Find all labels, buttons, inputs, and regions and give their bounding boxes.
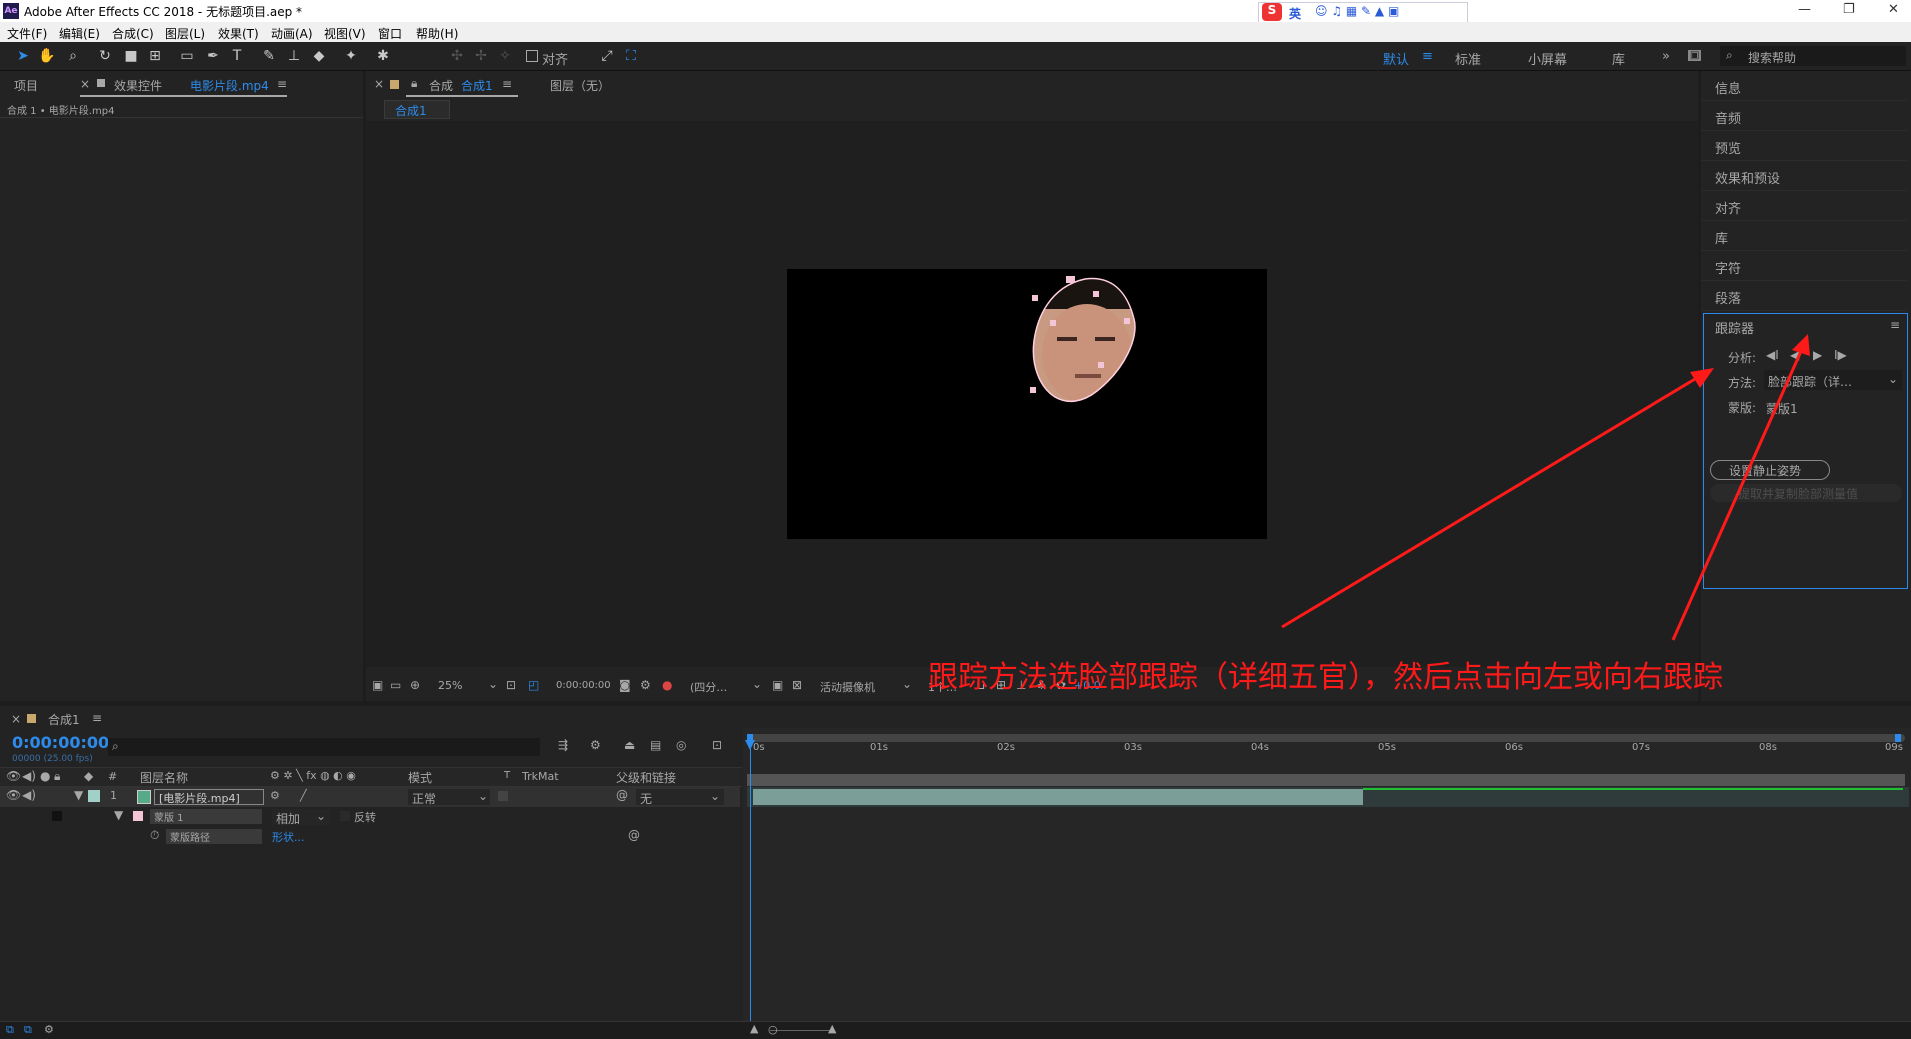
motion-blur-icon[interactable]: ◎ (676, 738, 686, 752)
ruler-02s: 02s (997, 742, 1015, 753)
mask-path-value[interactable]: 形状... (272, 829, 305, 845)
close-timeline-tab-icon[interactable]: × (11, 712, 21, 726)
parent-value: 无 (640, 792, 653, 806)
playhead-line[interactable] (750, 744, 751, 1038)
work-area-bar[interactable] (747, 734, 1905, 742)
fps-readout: 00000 (25.00 fps) (12, 754, 93, 764)
header-t: T (504, 770, 511, 781)
mask-name[interactable]: 蒙版 1 (150, 809, 262, 824)
ruler-0s: 0s (753, 742, 765, 753)
toggle-switches-icon[interactable]: ⧉ (6, 1023, 14, 1037)
ruler-08s: 08s (1759, 742, 1777, 753)
ruler-01s: 01s (870, 742, 888, 753)
comp-mini-flowchart-icon[interactable]: ⇶ (558, 738, 568, 752)
layer-index: 1 (110, 789, 117, 802)
parent-select[interactable]: 无 ⌄ (636, 789, 724, 806)
ruler-06s: 06s (1505, 742, 1523, 753)
switches-icons[interactable]: ⚙ ✲ ╲ fx ◍ ◐ ◉ (270, 769, 356, 782)
preserve-transparency-checkbox[interactable] (498, 791, 508, 801)
pick-whip-icon[interactable]: @ (616, 788, 628, 802)
ruler-03s: 03s (1124, 742, 1142, 753)
invert-label: 反转 (354, 811, 376, 824)
layer-duration-bar[interactable] (753, 789, 1363, 805)
audio-icon[interactable]: ◀) (22, 769, 36, 783)
mask-mode-select[interactable]: 相加 ⌄ (272, 809, 330, 826)
draft-3d-icon[interactable]: ⚙ (590, 738, 601, 752)
eye-icon[interactable]: 👁︎ (6, 788, 21, 802)
comp-duration-bar (747, 774, 1905, 786)
ruler-07s: 07s (1632, 742, 1650, 753)
work-area-end-handle[interactable] (1895, 734, 1901, 742)
chevron-down-icon: ⌄ (710, 789, 721, 803)
frame-blending-icon[interactable]: ▤ (650, 738, 661, 752)
solo-icon[interactable]: ● (40, 769, 50, 783)
chevron-down-icon: ⌄ (478, 789, 489, 803)
layer-name: [电影片段.mp4] (159, 792, 240, 805)
graph-editor-icon[interactable]: ⊡ (712, 738, 722, 752)
header-mode[interactable]: 模式 (408, 769, 432, 786)
eye-icon[interactable]: 👁︎ (6, 769, 21, 783)
timeline-timecode[interactable]: 0:00:00:00 (12, 733, 109, 752)
time-graph[interactable]: 0s 01s 02s 03s 04s 05s 06s 07s 08s 09s (743, 728, 1911, 1038)
lock-icon[interactable]: 🔒︎ (54, 769, 60, 784)
shy-layers-icon[interactable]: ⏏ (624, 738, 635, 752)
footage-icon (137, 790, 151, 804)
mask-lock-box[interactable] (52, 811, 62, 821)
expand-triangle-icon[interactable]: ▼ (74, 788, 83, 802)
mask-mode-value: 相加 (276, 812, 301, 826)
panel-menu-icon[interactable]: ≡ (92, 711, 102, 725)
layer-row[interactable]: 👁︎ ◀) ▼ 1 [电影片段.mp4] ⚙ ╱ 正常 ⌄ @ 无 ⌄ (0, 787, 740, 807)
pick-whip-icon[interactable]: @ (628, 828, 640, 842)
layer-name-field[interactable]: [电影片段.mp4] (154, 789, 264, 805)
mask-row[interactable]: ▼ 蒙版 1 相加 ⌄ 反转 (0, 807, 740, 827)
mask-path-name: 蒙版路径 (166, 829, 262, 844)
header-layer-name[interactable]: 图层名称 (140, 769, 188, 786)
header-parent[interactable]: 父级和链接 (616, 769, 676, 786)
audio-icon[interactable]: ◀) (22, 788, 36, 802)
timeline-panel: × 合成1 ≡ 0:00:00:00 00000 (25.00 fps) ⌕ ⇶… (0, 706, 1911, 1039)
ruler-05s: 05s (1378, 742, 1396, 753)
header-num: # (108, 770, 118, 783)
ruler-09s: 09s (1885, 742, 1903, 753)
stopwatch-icon[interactable]: ⏱ (150, 828, 159, 843)
header-trkmat[interactable]: TrkMat (522, 770, 559, 783)
quality-switch-icon[interactable]: ╱ (300, 789, 307, 802)
ruler-04s: 04s (1251, 742, 1269, 753)
toggle-modes-icon[interactable]: ⧉ (24, 1023, 32, 1037)
expand-triangle-icon[interactable]: ▼ (114, 808, 123, 822)
mask-path-row[interactable]: ⏱ 蒙版路径 形状... @ (0, 827, 740, 847)
layer-column-headers: 👁︎ ◀) ● 🔒︎ ◆ # 图层名称 ⚙ ✲ ╲ fx ◍ ◐ ◉ 模式 T … (0, 767, 742, 787)
toggle-render-time-icon[interactable]: ⚙ (44, 1023, 54, 1036)
invert-checkbox[interactable] (340, 811, 350, 821)
zoom-slider-handle[interactable]: ○ (768, 1023, 778, 1036)
chevron-down-icon: ⌄ (316, 809, 327, 823)
blend-mode-select[interactable]: 正常 ⌄ (408, 789, 490, 806)
zoom-out-icon[interactable]: ▲ (750, 1022, 758, 1035)
timeline-tab[interactable]: 合成1 (48, 711, 80, 728)
layer-label-color[interactable] (88, 790, 100, 802)
zoom-slider-track[interactable] (770, 1030, 830, 1031)
annotation-text: 跟踪方法选脸部跟踪（详细五官），然后点击向左或向右跟踪 (928, 660, 1723, 695)
shy-switch-icon[interactable]: ⚙ (270, 789, 280, 802)
face-track-progress-bar (1363, 788, 1903, 790)
timeline-bottom-bar: ⧉ ⧉ ⚙ ▲ ○ ▲ (0, 1021, 1911, 1039)
layer-search-input[interactable]: ⌕ (108, 738, 540, 756)
label-icon[interactable]: ◆ (84, 769, 93, 783)
blend-mode-value: 正常 (412, 792, 437, 806)
comp-color-swatch (27, 714, 36, 723)
mask-color-swatch[interactable] (133, 811, 143, 821)
search-icon: ⌕ (112, 739, 119, 753)
zoom-in-icon[interactable]: ▲ (828, 1022, 836, 1035)
